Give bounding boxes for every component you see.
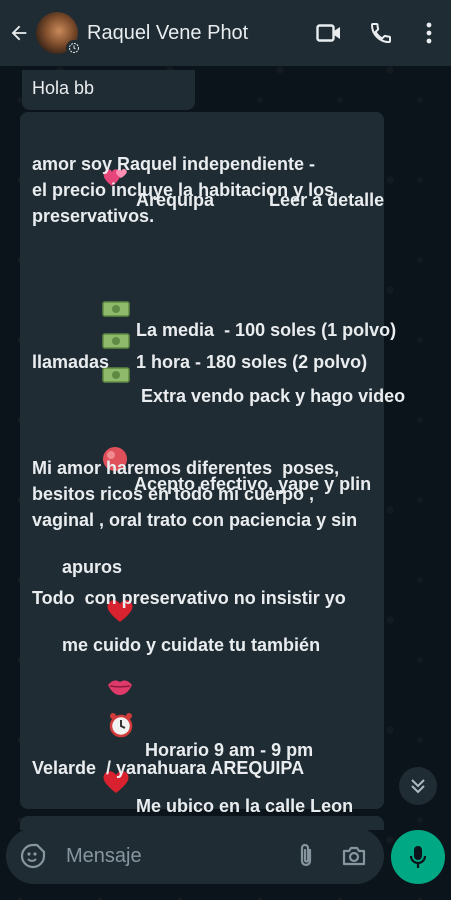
more-vert-icon xyxy=(426,22,432,44)
scroll-to-bottom-button[interactable] xyxy=(399,767,437,805)
camera-button[interactable] xyxy=(330,828,378,884)
chevrons-down-icon xyxy=(411,779,425,794)
arrow-back-icon xyxy=(11,25,27,41)
video-call-button[interactable] xyxy=(303,0,355,66)
message-line: vaginal , oral trato con paciencia y sin xyxy=(32,510,358,530)
back-button[interactable] xyxy=(2,0,36,66)
message-bubble-greeting[interactable]: Hola bb xyxy=(22,70,195,110)
message-input[interactable]: Mensaje xyxy=(66,845,282,868)
message-line: Todo con preservativo no insistir yo xyxy=(32,588,346,608)
video-call-icon xyxy=(316,24,340,42)
paperclip-icon xyxy=(300,843,312,867)
voice-message-button[interactable] xyxy=(391,830,445,884)
message-line: Velarde / yanahuara AREQUIPA xyxy=(32,758,305,778)
attach-button[interactable] xyxy=(282,828,330,884)
more-options-button[interactable] xyxy=(407,0,451,66)
sticker-icon xyxy=(20,843,46,869)
message-composer: Mensaje xyxy=(6,828,384,884)
message-line: el precio incluye la habitacion y los xyxy=(32,180,335,200)
message-line: amor soy Raquel independiente - xyxy=(32,154,316,174)
chat-header: Raquel Vene Phot xyxy=(0,0,451,66)
camera-icon xyxy=(342,846,366,866)
message-text: Hola bb xyxy=(32,78,95,98)
message-line: preservativos. xyxy=(32,206,155,226)
contact-avatar[interactable] xyxy=(36,12,82,56)
contact-name[interactable]: Raquel Vene Phot xyxy=(87,22,303,45)
message-line: besitos ricos en todo mi cuerpo , xyxy=(32,484,315,504)
sticker-button[interactable] xyxy=(10,828,56,884)
microphone-icon xyxy=(409,846,427,868)
phone-icon xyxy=(370,23,391,44)
message-line: Mi amor haremos diferentes poses, xyxy=(32,458,340,478)
status-clock-icon xyxy=(66,40,82,56)
message-line: llamadas xyxy=(32,352,110,372)
voice-call-button[interactable] xyxy=(355,0,407,66)
message-bubble-long[interactable]: Arequipa Leer a detalle amor soy Raquel … xyxy=(20,112,405,816)
chat-screen: Raquel Vene Phot Hola bb Arequipa Leer a… xyxy=(0,0,451,900)
